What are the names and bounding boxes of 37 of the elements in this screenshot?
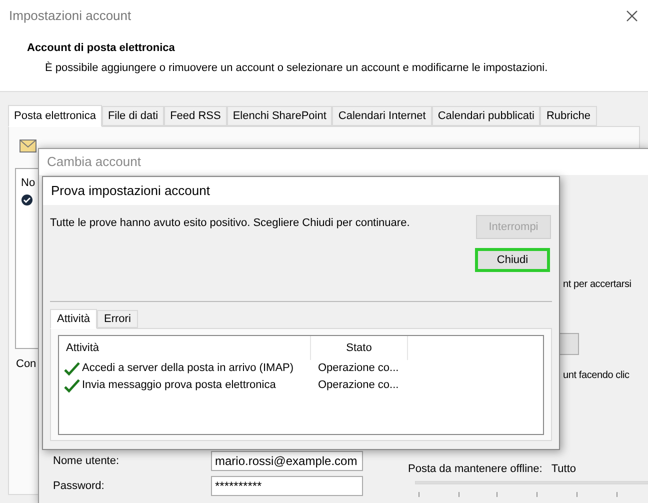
tab[interactable]: Elenchi SharePoint (226, 106, 332, 126)
tab[interactable]: File di dati (102, 106, 164, 126)
task-name: Invia messaggio prova posta elettronica (82, 378, 276, 394)
close-icon[interactable] (626, 10, 638, 22)
column-header: Attività (59, 336, 311, 360)
window-title: Prova impostazioni account (51, 182, 210, 200)
slider-track[interactable] (415, 481, 648, 497)
tab[interactable]: Calendari pubblicati (432, 106, 540, 126)
password-field[interactable]: ********** (211, 476, 363, 496)
section-heading: Account di posta elettronica (26, 41, 176, 56)
envelope-icon (19, 139, 37, 153)
window-title: Cambia account (47, 153, 141, 172)
username-field[interactable]: mario.rossi@example.com (211, 451, 363, 471)
dialog-button[interactable]: Chiudi (475, 248, 550, 272)
status-message: Tutte le prove hanno avuto esito positivo. Scegliere Chiudi per continuare. (50, 216, 410, 231)
field-label: Nome utente: (53, 454, 120, 469)
task-status: Operazione co... (317, 378, 400, 394)
field-value: Tutto (551, 462, 576, 477)
section-description: È possibile aggiungere o rimuovere un account o selezionare un account e modificarne le impostazioni. (44, 60, 549, 76)
field-label: Password: (53, 478, 106, 494)
footer-text: Con (16, 357, 36, 372)
description-text: nt per accertarsi (563, 278, 632, 292)
tab[interactable]: Calendari Internet (332, 106, 432, 126)
tab[interactable]: Feed RSS (164, 106, 227, 126)
task-status: Operazione co... (317, 361, 400, 376)
tab[interactable]: Rubriche (540, 106, 596, 126)
task-name: Accedi a server della posta in arrivo (IMAP) (82, 361, 294, 376)
tab[interactable]: Attività (50, 309, 98, 329)
tab[interactable]: Errori (97, 310, 138, 328)
column-header: No (21, 176, 36, 191)
tab[interactable]: Posta elettronica (8, 105, 102, 127)
window-title: Impostazioni account (9, 6, 132, 25)
browse-button[interactable] (559, 333, 579, 355)
badge-check-icon (21, 194, 33, 206)
description-text: unt facendo clic (563, 369, 630, 383)
field-label: Posta da mantenere offline: (408, 462, 542, 477)
column-header: Stato (311, 336, 408, 360)
